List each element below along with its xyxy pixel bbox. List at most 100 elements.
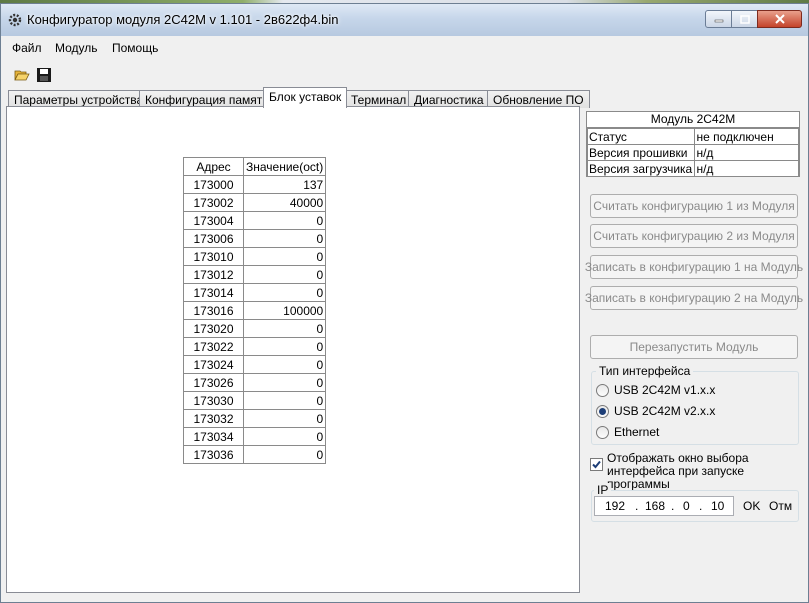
module-title: Модуль 2С42М [587, 112, 799, 128]
show-dialog-line2: интерфейса при запуске программы [607, 464, 745, 491]
table-row[interactable]: 173036 0 [183, 445, 327, 464]
read-config2-button[interactable]: Считать конфигурацию 2 из Модуля [590, 224, 798, 248]
address-cell: 173022 [183, 337, 244, 356]
radio-selected-dot-icon [599, 407, 606, 415]
radio-label: USB 2С42М v1.x.x [614, 383, 716, 397]
value-cell[interactable]: 137 [242, 175, 327, 194]
toolbar [1, 60, 808, 90]
ip-octet-4[interactable]: 10 [711, 499, 724, 513]
address-cell: 173000 [183, 175, 244, 194]
radio-circle-icon [596, 425, 609, 439]
table-row[interactable]: 173030 0 [183, 391, 327, 410]
ip-octet-1[interactable]: 192 [605, 499, 625, 513]
read-config1-button[interactable]: Считать конфигурацию 1 из Модуля [590, 194, 798, 218]
column-header-value: Значение(oct) [242, 157, 327, 176]
interface-type-title: Тип интерфейса [596, 364, 694, 378]
write-config2-button[interactable]: Записать в конфигурацию 2 на Модуль [585, 286, 803, 310]
table-row[interactable]: 173026 0 [183, 373, 327, 392]
ip-cancel-button[interactable]: Отм [769, 499, 792, 513]
close-icon [774, 14, 785, 24]
value-cell[interactable]: 0 [242, 355, 327, 374]
menu-bar: Файл Модуль Помощь [1, 38, 808, 58]
value-cell[interactable]: 0 [242, 337, 327, 356]
value-cell[interactable]: 0 [242, 319, 327, 338]
table-row[interactable]: 173016 100000 [183, 301, 327, 320]
ip-ok-button[interactable]: OK [743, 499, 760, 513]
value-cell[interactable]: 0 [242, 247, 327, 266]
value-cell[interactable]: 0 [242, 427, 327, 446]
ip-title: IP [594, 483, 612, 497]
address-cell: 173030 [183, 391, 244, 410]
table-row[interactable]: 173032 0 [183, 409, 327, 428]
status-key: Статус [586, 128, 696, 145]
ip-address-input[interactable]: 192 . 168 . 0 . 10 [594, 496, 734, 516]
value-cell[interactable]: 0 [242, 265, 327, 284]
radio-ethernet[interactable]: Ethernet [596, 425, 659, 439]
gear-app-icon [8, 13, 22, 27]
show-dialog-checkbox[interactable] [590, 458, 603, 471]
close-button[interactable] [757, 10, 802, 28]
table-row[interactable]: 173024 0 [183, 355, 327, 374]
value-cell[interactable]: 0 [242, 373, 327, 392]
maximize-icon [739, 14, 750, 24]
write-config1-button[interactable]: Записать в конфигурацию 1 на Модуль [585, 255, 803, 279]
table-row[interactable]: 173006 0 [183, 229, 327, 248]
status-key: Версия загрузчика [586, 160, 696, 177]
status-value: н/д [694, 160, 799, 177]
value-cell[interactable]: 40000 [242, 193, 327, 212]
address-cell: 173032 [183, 409, 244, 428]
status-value: не подключен [694, 128, 799, 145]
maximize-button[interactable] [731, 10, 758, 28]
table-row[interactable]: 173002 40000 [183, 193, 327, 212]
address-cell: 173010 [183, 247, 244, 266]
table-row[interactable]: 173012 0 [183, 265, 327, 284]
value-cell[interactable]: 0 [242, 445, 327, 464]
value-cell[interactable]: 0 [242, 283, 327, 302]
tab-setpoints[interactable]: Блок уставок [263, 87, 348, 108]
table-row[interactable]: 173004 0 [183, 211, 327, 230]
address-cell: 173026 [183, 373, 244, 392]
table-row[interactable]: 173020 0 [183, 319, 327, 338]
table-row[interactable]: 173000 137 [183, 175, 327, 194]
address-cell: 173036 [183, 445, 244, 464]
radio-usb-v1[interactable]: USB 2С42М v1.x.x [596, 383, 715, 397]
save-button[interactable] [35, 66, 53, 84]
table-row[interactable]: 173022 0 [183, 337, 327, 356]
open-button[interactable] [13, 66, 31, 84]
radio-circle-icon [596, 383, 609, 397]
menu-help[interactable]: Помощь [112, 41, 158, 55]
value-cell[interactable]: 100000 [242, 301, 327, 320]
menu-module[interactable]: Модуль [55, 41, 98, 55]
address-cell: 173024 [183, 355, 244, 374]
value-cell[interactable]: 0 [242, 391, 327, 410]
table-row[interactable]: 173014 0 [183, 283, 327, 302]
ip-octet-2[interactable]: 168 [645, 499, 665, 513]
module-status-table: Статус не подключен Версия прошивки н/д … [586, 128, 799, 177]
radio-usb-v2[interactable]: USB 2С42М v2.x.x [596, 404, 715, 418]
table-row[interactable]: 173034 0 [183, 427, 327, 446]
title-bar[interactable]: Конфигуратор модуля 2С42М v 1.101 - 2в62… [1, 4, 808, 36]
value-cell[interactable]: 0 [242, 229, 327, 248]
table-row[interactable]: 173010 0 [183, 247, 327, 266]
radio-label: Ethernet [614, 425, 660, 439]
ip-dot: . [635, 499, 639, 513]
status-row: Статус не подключен [586, 128, 799, 145]
address-cell: 173034 [183, 427, 244, 446]
status-row: Версия прошивки н/д [586, 144, 799, 161]
restart-module-button[interactable]: Перезапустить Модуль [590, 335, 798, 359]
minimize-button[interactable] [705, 10, 732, 28]
ip-octet-3[interactable]: 0 [683, 499, 690, 513]
floppy-save-icon [37, 68, 51, 82]
value-cell[interactable]: 0 [242, 211, 327, 230]
checkmark-icon [592, 460, 601, 469]
ip-dot: . [699, 499, 703, 513]
folder-open-icon [14, 70, 30, 81]
radio-label: USB 2С42М v2.x.x [614, 404, 716, 418]
show-dialog-label: Отображать окно выбора интерфейса при за… [607, 452, 809, 491]
setpoints-table: Адрес Значение(oct) 173000 137 173002 40000… [183, 157, 327, 464]
value-cell[interactable]: 0 [242, 409, 327, 428]
menu-file[interactable]: Файл [12, 41, 42, 55]
address-cell: 173012 [183, 265, 244, 284]
ip-dot: . [671, 499, 675, 513]
status-row: Версия загрузчика н/д [586, 160, 799, 177]
